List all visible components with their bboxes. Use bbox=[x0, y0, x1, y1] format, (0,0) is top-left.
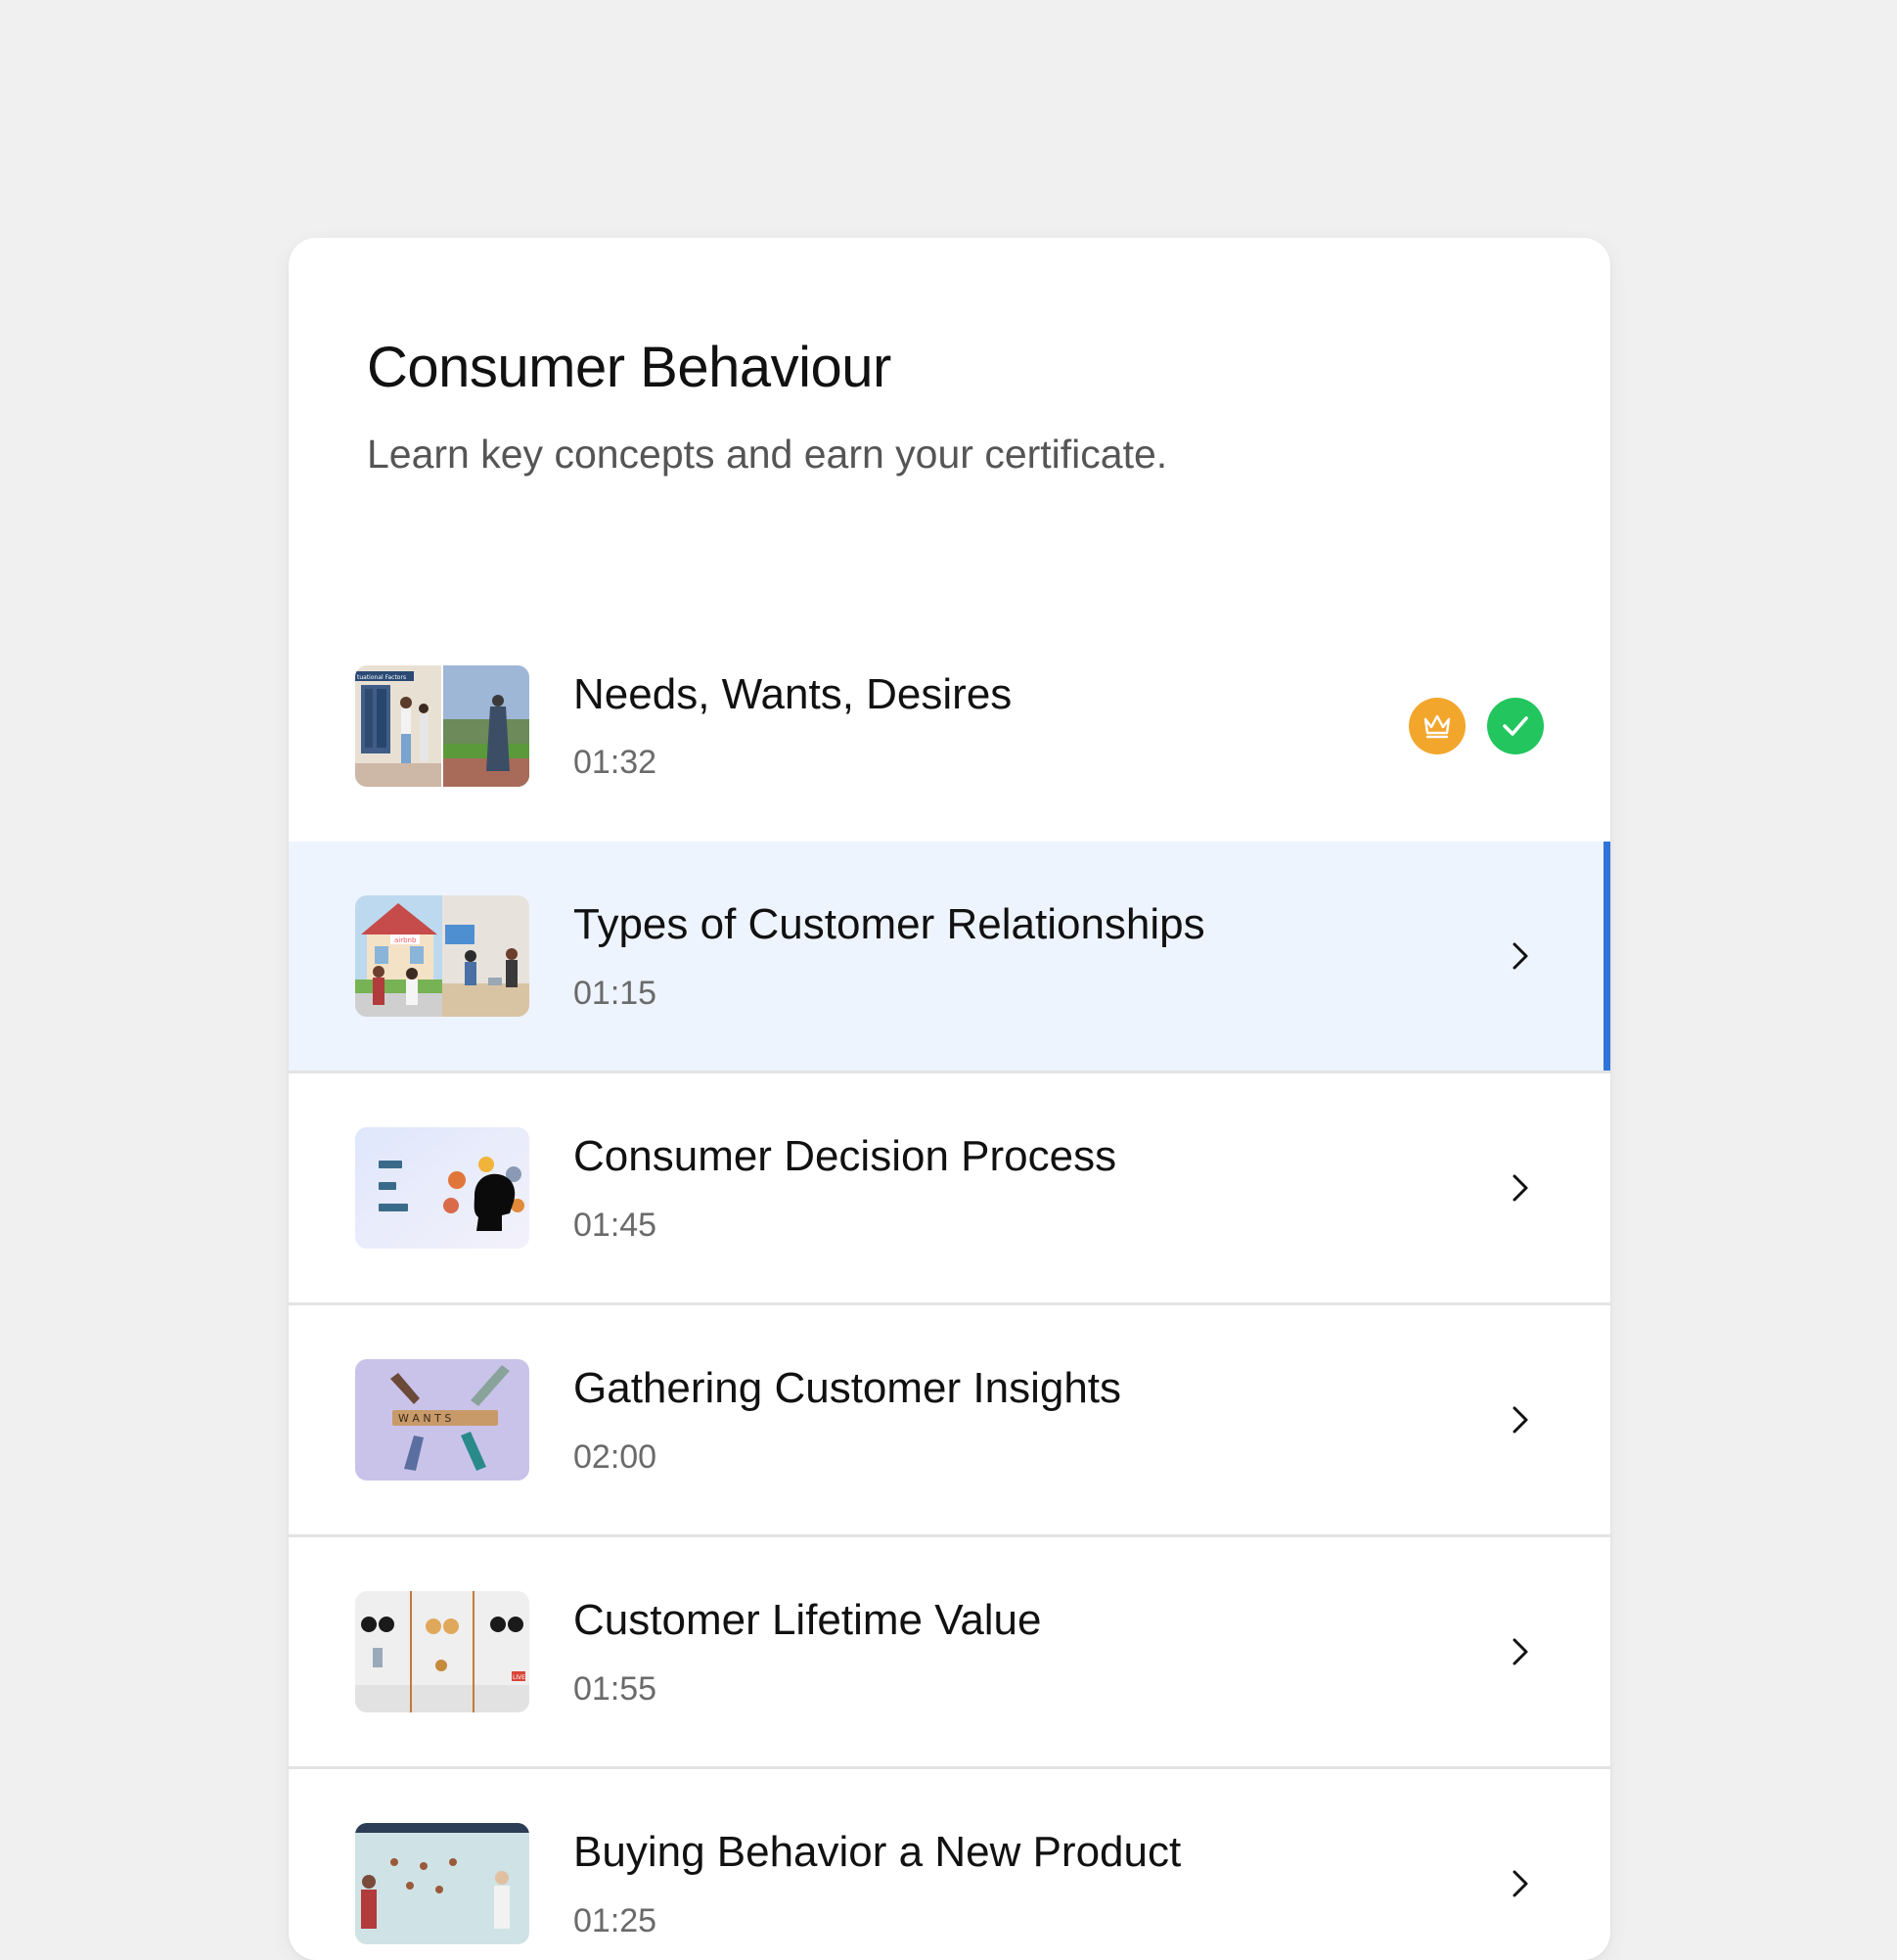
lesson-duration: 01:25 bbox=[573, 1901, 657, 1939]
lesson-item[interactable]: tuational Factors Needs, Wants, Desires … bbox=[289, 610, 1610, 842]
lesson-thumbnail: tuational Factors bbox=[355, 664, 529, 787]
lesson-text: Consumer Decision Process 01:45 bbox=[573, 1073, 1116, 1302]
lesson-thumbnail: airbnb bbox=[355, 895, 529, 1017]
lesson-item[interactable]: W A N T S Gathering Customer Insights 02… bbox=[289, 1305, 1610, 1537]
lesson-duration: 02:00 bbox=[573, 1437, 657, 1476]
check-icon bbox=[1487, 697, 1544, 754]
crown-icon bbox=[1409, 697, 1466, 754]
lesson-thumbnail bbox=[355, 1823, 529, 1944]
course-card: Consumer Behaviour Learn key concepts an… bbox=[289, 238, 1610, 1960]
lesson-title: Customer Lifetime Value bbox=[573, 1596, 1042, 1645]
lesson-badges bbox=[1409, 697, 1544, 754]
lesson-title: Gathering Customer Insights bbox=[573, 1364, 1122, 1413]
lesson-text: Types of Customer Relationships 01:15 bbox=[573, 842, 1205, 1071]
page-subtitle: Learn key concepts and earn your certifi… bbox=[367, 431, 1168, 477]
thumbnail-caption: W A N T S bbox=[398, 1412, 451, 1425]
chevron-right-icon[interactable] bbox=[1509, 938, 1532, 974]
lesson-text: Needs, Wants, Desires 01:32 bbox=[573, 610, 1012, 842]
lesson-title: Needs, Wants, Desires bbox=[573, 669, 1013, 718]
lesson-item-active[interactable]: airbnb Types of Customer Relationships 0… bbox=[289, 842, 1610, 1073]
lesson-text: Customer Lifetime Value 01:55 bbox=[573, 1537, 1042, 1766]
thumbnail-image: airbnb bbox=[355, 895, 529, 1017]
chevron-right-icon[interactable] bbox=[1509, 1866, 1532, 1901]
chevron-right-icon[interactable] bbox=[1509, 1402, 1532, 1437]
lesson-thumbnail bbox=[355, 1127, 529, 1249]
lesson-duration: 01:45 bbox=[573, 1206, 657, 1244]
page-title: Consumer Behaviour bbox=[367, 336, 891, 399]
thumbnail-caption: tuational Factors bbox=[357, 674, 406, 681]
thumbnail-caption: LIVE bbox=[513, 1674, 525, 1681]
lesson-title: Buying Behavior a New Product bbox=[573, 1828, 1182, 1877]
thumbnail-image bbox=[355, 1127, 529, 1249]
thumbnail-image: W A N T S bbox=[355, 1359, 529, 1481]
chevron-right-icon[interactable] bbox=[1509, 1634, 1532, 1669]
lesson-duration: 01:32 bbox=[573, 744, 657, 782]
lesson-item[interactable]: Consumer Decision Process 01:45 bbox=[289, 1073, 1610, 1305]
chevron-right-icon[interactable] bbox=[1509, 1170, 1532, 1206]
thumbnail-caption: airbnb bbox=[394, 936, 417, 944]
lesson-text: Buying Behavior a New Product 01:25 bbox=[573, 1769, 1181, 1960]
thumbnail-image bbox=[355, 1823, 529, 1944]
lesson-title: Types of Customer Relationships bbox=[573, 900, 1205, 949]
lesson-title: Consumer Decision Process bbox=[573, 1132, 1117, 1181]
lesson-thumbnail: W A N T S bbox=[355, 1359, 529, 1481]
lesson-text: Gathering Customer Insights 02:00 bbox=[573, 1305, 1121, 1534]
lesson-list: tuational Factors Needs, Wants, Desires … bbox=[289, 610, 1610, 1960]
lesson-item[interactable]: LIVE Customer Lifetime Value 01:55 bbox=[289, 1537, 1610, 1769]
thumbnail-image: tuational Factors bbox=[355, 664, 529, 787]
thumbnail-image: LIVE bbox=[355, 1591, 529, 1712]
lesson-duration: 01:55 bbox=[573, 1669, 657, 1708]
course-header: Consumer Behaviour Learn key concepts an… bbox=[367, 336, 1532, 479]
lesson-thumbnail: LIVE bbox=[355, 1591, 529, 1712]
lesson-duration: 01:15 bbox=[573, 974, 657, 1012]
lesson-item[interactable]: Buying Behavior a New Product 01:25 bbox=[289, 1769, 1610, 1960]
